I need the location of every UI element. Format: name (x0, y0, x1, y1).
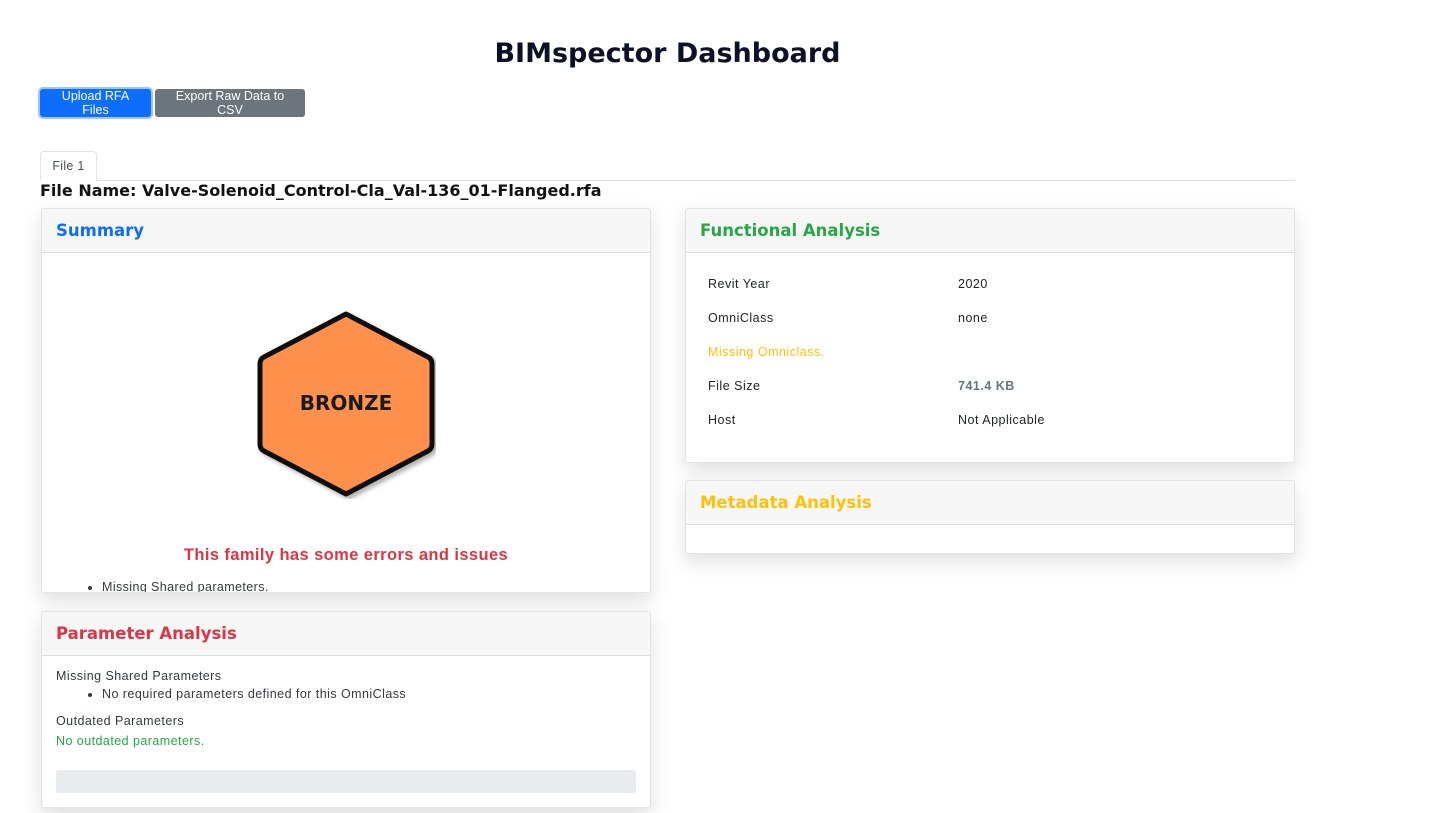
page-title: BIMspector Dashboard (494, 38, 841, 69)
list-item: No required parameters defined for this … (102, 687, 636, 701)
functional-card-title: Functional Analysis (686, 209, 1294, 253)
table-row: OmniClass none (708, 301, 1278, 335)
functional-table: Revit Year 2020 OmniClass none Missing O… (708, 267, 1278, 437)
functional-analysis-card: Functional Analysis Revit Year 2020 Omni… (685, 208, 1295, 463)
file-name-heading: File Name: Valve-Solenoid_Control-Cla_Va… (40, 181, 602, 200)
table-row: Host Not Applicable (708, 403, 1278, 437)
parameter-progress-bar (56, 770, 636, 793)
omniclass-value: none (958, 311, 988, 325)
summary-card: Summary BRONZE This family has some erro… (41, 208, 651, 593)
outdated-status: No outdated parameters. (56, 734, 205, 748)
metadata-card-title: Metadata Analysis (686, 481, 1294, 525)
list-item: Missing Shared parameters. (102, 580, 269, 592)
upload-rfa-button[interactable]: Upload RFA Files (40, 89, 151, 117)
summary-card-title: Summary (42, 209, 650, 253)
bronze-badge-hexagon: BRONZE (257, 311, 435, 497)
toolbar: Upload RFA Files Export Raw Data to CSV (40, 89, 305, 117)
badge-label: BRONZE (300, 391, 393, 415)
file-size-value: 741.4 KB (958, 379, 1015, 393)
badge-container: BRONZE (42, 309, 650, 499)
omniclass-label: OmniClass (708, 311, 774, 325)
summary-issues-list: Missing Shared parameters. (102, 580, 269, 592)
missing-shared-heading: Missing Shared Parameters (56, 669, 222, 683)
revit-year-label: Revit Year (708, 277, 770, 291)
outdated-heading: Outdated Parameters (56, 714, 185, 728)
revit-year-value: 2020 (958, 277, 988, 291)
missing-params-list: No required parameters defined for this … (102, 687, 636, 701)
tab-file-1[interactable]: File 1 (40, 151, 97, 181)
parameter-body: Missing Shared Parameters No required pa… (56, 669, 636, 748)
summary-message: This family has some errors and issues (183, 546, 509, 564)
omniclass-warning: Missing Omniclass. (708, 345, 825, 359)
file-tabs: File 1 (40, 151, 1295, 181)
metadata-analysis-card: Metadata Analysis (685, 480, 1295, 554)
export-csv-button[interactable]: Export Raw Data to CSV (155, 89, 305, 117)
host-label: Host (708, 413, 736, 427)
table-row: File Size 741.4 KB (708, 369, 1278, 403)
table-row: Missing Omniclass. (708, 335, 1278, 369)
host-value: Not Applicable (958, 413, 1045, 427)
file-size-label: File Size (708, 379, 761, 393)
parameter-card-title: Parameter Analysis (42, 612, 650, 656)
table-row: Revit Year 2020 (708, 267, 1278, 301)
parameter-analysis-card: Parameter Analysis Missing Shared Parame… (41, 611, 651, 808)
